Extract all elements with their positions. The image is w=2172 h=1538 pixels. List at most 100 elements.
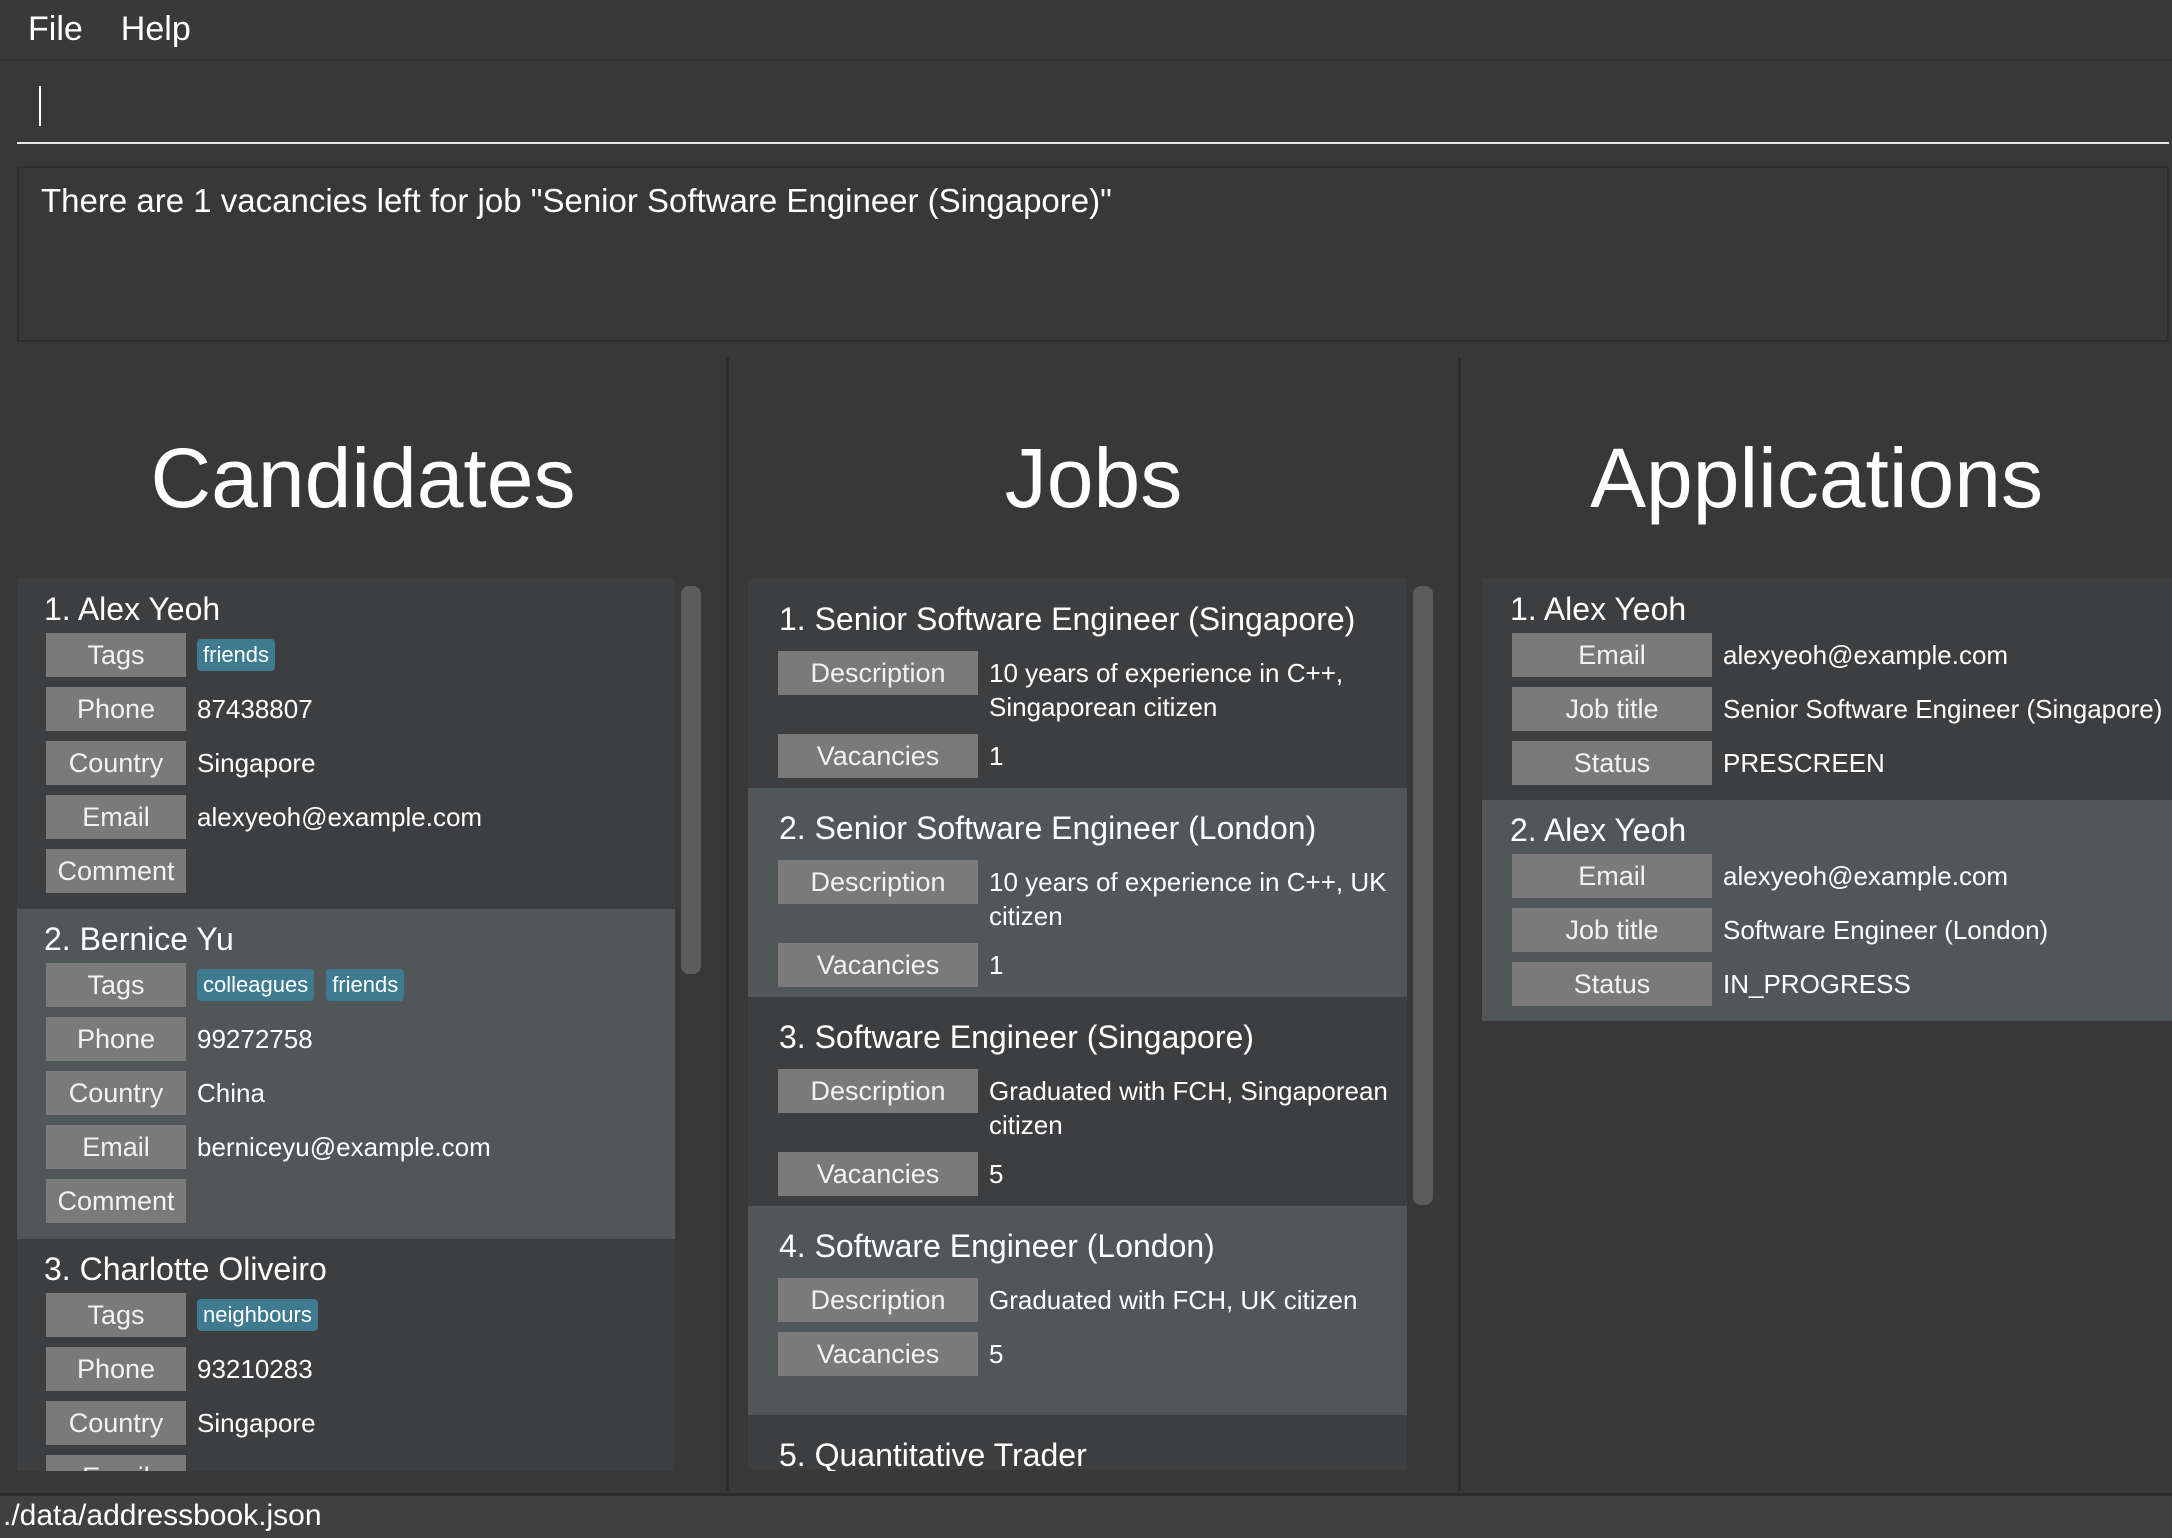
email-value: alexyeoh@example.com [197, 802, 483, 832]
phone-value: 87438807 [197, 694, 313, 724]
job-scrollbar[interactable] [1413, 586, 1433, 1205]
candidate-scrollbar[interactable] [681, 586, 701, 974]
vacancies-row: Vacancies 1 [778, 734, 1407, 778]
tag-list: colleagues friends [186, 963, 405, 1001]
menu-help[interactable]: Help [121, 10, 191, 49]
email-row: Email [46, 1455, 675, 1471]
country-label: Country [46, 1071, 186, 1115]
email-label: Email [46, 1125, 186, 1169]
job-title-value: Software Engineer (London) [1723, 915, 2049, 945]
vacancies-value: 1 [989, 741, 1004, 771]
description-label: Description [778, 860, 978, 904]
candidates-title: Candidates [150, 431, 576, 525]
email-row: Email alexyeoh@example.com [1512, 633, 2172, 677]
job-title-label: Job title [1512, 687, 1712, 731]
description-value: Graduated with FCH, Singaporean citizen [989, 1076, 1388, 1140]
application-list[interactable]: 1. Alex Yeoh Email alexyeoh@example.com Job… [1482, 579, 2172, 1471]
job-title: 5. Quantitative Trader [779, 1437, 1087, 1471]
email-value [186, 1455, 197, 1460]
email-value: alexyeoh@example.com [1723, 640, 2009, 670]
email-label: Email [46, 795, 186, 839]
job-list[interactable]: 1. Senior Software Engineer (Singapore) D… [748, 579, 1407, 1471]
tag-list: friends [186, 633, 276, 671]
description-label: Description [778, 1278, 978, 1322]
phone-row: Phone 87438807 [46, 687, 675, 731]
tags-label: Tags [46, 963, 186, 1007]
job-card[interactable]: 2. Senior Software Engineer (London) Desc… [748, 788, 1407, 997]
status-row: Status PRESCREEN [1512, 741, 2172, 785]
vacancies-row: Vacancies 1 [778, 943, 1407, 987]
phone-row: Phone 99272758 [46, 1017, 675, 1061]
country-label: Country [46, 1401, 186, 1445]
command-input[interactable] [17, 64, 2169, 144]
application-name: 2. Alex Yeoh [1510, 812, 1687, 848]
job-title-label: Job title [1512, 908, 1712, 952]
country-value: Singapore [197, 748, 316, 778]
tags-row: Tags neighbours [46, 1293, 675, 1337]
status-label: Status [1512, 741, 1712, 785]
phone-label: Phone [46, 1347, 186, 1391]
phone-value: 99272758 [197, 1024, 313, 1054]
vacancies-label: Vacancies [778, 734, 978, 778]
vacancies-row: Vacancies 5 [778, 1152, 1407, 1196]
job-title-value: Senior Software Engineer (Singapore) [1723, 694, 2163, 724]
tag-badge: colleagues [197, 969, 315, 1001]
candidate-card[interactable]: 2. Bernice Yu Tags colleagues friends Phone 9… [17, 909, 675, 1239]
email-value: berniceyu@example.com [197, 1132, 491, 1162]
status-label: Status [1512, 962, 1712, 1006]
tags-label: Tags [46, 633, 186, 677]
application-card[interactable]: 2. Alex Yeoh Email alexyeoh@example.com Job… [1482, 800, 2172, 1021]
status-value: PRESCREEN [1723, 748, 1885, 778]
description-row: Description 10 years of experience in C++… [778, 651, 1407, 724]
tags-row: Tags colleagues friends [46, 963, 675, 1007]
text-caret [39, 86, 41, 126]
vacancies-label: Vacancies [778, 1152, 978, 1196]
vacancies-value: 5 [989, 1339, 1004, 1369]
job-card[interactable]: 5. Quantitative Trader [748, 1415, 1407, 1471]
tag-badge: neighbours [197, 1299, 318, 1331]
candidate-name: 3. Charlotte Oliveiro [44, 1251, 327, 1287]
country-row: Country Singapore [46, 741, 675, 785]
vacancies-value: 5 [989, 1159, 1004, 1189]
status-value: IN_PROGRESS [1723, 969, 1911, 999]
tag-badge: friends [326, 969, 405, 1001]
comment-value [186, 849, 197, 854]
email-row: Email alexyeoh@example.com [46, 795, 675, 839]
description-row: Description Graduated with FCH, Singapore… [778, 1069, 1407, 1142]
job-title: 2. Senior Software Engineer (London) [779, 810, 1317, 846]
description-value: 10 years of experience in C++, UK citize… [989, 867, 1387, 931]
phone-label: Phone [46, 1017, 186, 1061]
country-label: Country [46, 741, 186, 785]
job-card[interactable]: 3. Software Engineer (Singapore) Descript… [748, 997, 1407, 1206]
tags-row: Tags friends [46, 633, 675, 677]
country-value: Singapore [197, 1408, 316, 1438]
candidate-name: 1. Alex Yeoh [44, 591, 221, 627]
status-bar-path: ./data/addressbook.json [0, 1493, 2172, 1538]
email-value: alexyeoh@example.com [1723, 861, 2009, 891]
email-row: Email alexyeoh@example.com [1512, 854, 2172, 898]
description-label: Description [778, 1069, 978, 1113]
candidate-card[interactable]: 3. Charlotte Oliveiro Tags neighbours Phone… [17, 1239, 675, 1471]
menu-file[interactable]: File [28, 10, 83, 49]
comment-row: Comment [46, 849, 675, 893]
vacancies-label: Vacancies [778, 1332, 978, 1376]
job-card[interactable]: 1. Senior Software Engineer (Singapore) D… [748, 579, 1407, 788]
status-row: Status IN_PROGRESS [1512, 962, 2172, 1006]
description-row: Description 10 years of experience in C++… [778, 860, 1407, 933]
job-card[interactable]: 4. Software Engineer (London) Description… [748, 1206, 1407, 1415]
comment-label: Comment [46, 849, 186, 893]
job-title-row: Job title Software Engineer (London) [1512, 908, 2172, 952]
tag-list: neighbours [186, 1293, 318, 1331]
application-card[interactable]: 1. Alex Yeoh Email alexyeoh@example.com Job… [1482, 579, 2172, 800]
tag-badge: friends [197, 639, 276, 671]
result-display: There are 1 vacancies left for job "Seni… [17, 166, 2169, 342]
description-label: Description [778, 651, 978, 695]
phone-row: Phone 93210283 [46, 1347, 675, 1391]
phone-value: 93210283 [197, 1354, 313, 1384]
comment-value [186, 1179, 197, 1184]
email-label: Email [46, 1455, 186, 1471]
email-label: Email [1512, 854, 1712, 898]
candidate-list[interactable]: 1. Alex Yeoh Tags friends Phone 87438807 Coun… [17, 579, 675, 1471]
job-title: 3. Software Engineer (Singapore) [779, 1019, 1254, 1055]
candidate-card[interactable]: 1. Alex Yeoh Tags friends Phone 87438807 Coun… [17, 579, 675, 909]
